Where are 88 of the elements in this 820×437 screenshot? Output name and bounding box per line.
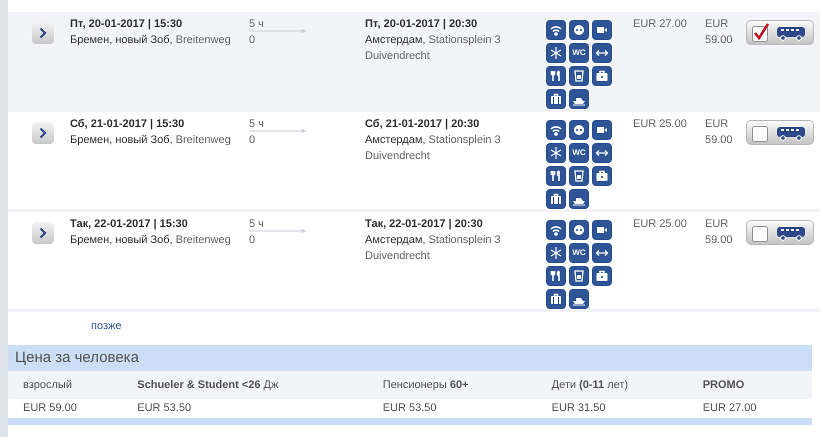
duration: 5 ч xyxy=(249,217,264,232)
ship-icon xyxy=(569,289,589,309)
chevron-icon xyxy=(39,27,47,39)
full-price: EUR 59.00 xyxy=(705,117,734,148)
transfers-count: 0 xyxy=(249,233,256,248)
bus-icon xyxy=(776,224,806,240)
duration: 5 ч xyxy=(249,17,264,32)
video-camera-icon xyxy=(592,220,612,240)
duration: 5 ч xyxy=(249,117,264,132)
price-column-header: Пенсионеры 60+ xyxy=(382,378,469,391)
price-column-header: Schueler & Student <26 Дж xyxy=(137,378,278,391)
suitcase-icon xyxy=(546,189,566,209)
arrival-area: Duivendrecht xyxy=(365,48,546,64)
cup-icon xyxy=(569,66,589,86)
wifi-icon xyxy=(546,20,566,40)
wc-icon: WC xyxy=(569,243,589,263)
transfers-count: 0 xyxy=(249,33,256,48)
price-section-header: Цена за человека xyxy=(8,345,812,371)
bus-icon xyxy=(776,124,806,140)
arrival-place: Амстердам, Stationsplein 3 xyxy=(365,33,502,48)
socket-icon xyxy=(569,120,589,140)
expand-button[interactable] xyxy=(32,122,54,144)
wc-icon: WC xyxy=(569,143,589,163)
transfers-count: 0 xyxy=(249,133,256,148)
video-camera-icon xyxy=(592,20,612,40)
price-column-header: PROMO xyxy=(702,378,744,391)
trip-row[interactable]: Пт, 20-01-2017 | 15:30 Бремен, новый Зоб, Breitenweg 5 ч 0 Пт, 20-01-2017 | 20:30 Амстердам, Stationsplein 3 Duivendrecht WC EUR 27.00 EUR 59.00 xyxy=(8,12,820,112)
checkbox-icon xyxy=(752,123,771,142)
expand-button[interactable] xyxy=(32,22,54,44)
ship-icon xyxy=(569,189,589,209)
cup-icon xyxy=(569,166,589,186)
chevron-icon xyxy=(39,127,47,139)
chevron-icon xyxy=(39,227,47,239)
socket-icon xyxy=(569,220,589,240)
arrival-place: Амстердам, Stationsplein 3 xyxy=(365,133,502,148)
arrival-datetime: Сб, 21-01-2017 | 20:30 xyxy=(365,117,480,132)
price: EUR 27.00 xyxy=(633,17,687,32)
price-cell: EUR 31.50 xyxy=(552,402,606,414)
arrival-datetime: Так, 22-01-2017 | 20:30 xyxy=(365,217,484,232)
briefcase-icon xyxy=(592,266,612,286)
later-link[interactable]: позже xyxy=(91,320,122,332)
checkbox-checked-icon xyxy=(752,23,771,42)
wifi-icon xyxy=(546,220,566,240)
full-price: EUR 59.00 xyxy=(705,17,734,48)
arrows-icon xyxy=(592,243,612,263)
departure-datetime: Так, 22-01-2017 | 15:30 xyxy=(70,217,189,232)
departure-place: Бремен, новый Зоб, Breitenweg xyxy=(70,233,232,248)
snowflake-icon xyxy=(546,143,566,163)
select-toggle[interactable] xyxy=(746,20,814,45)
cutlery-icon xyxy=(546,166,566,186)
bus-icon xyxy=(776,24,806,40)
departure-datetime: Сб, 21-01-2017 | 15:30 xyxy=(70,117,186,132)
suitcase-icon xyxy=(546,289,566,309)
cup-icon xyxy=(569,266,589,286)
select-toggle[interactable] xyxy=(746,120,814,145)
snowflake-icon xyxy=(546,243,566,263)
price-column-header: Дети (0-11 лет) xyxy=(552,378,628,391)
cutlery-icon xyxy=(546,66,566,86)
arrival-area: Duivendrecht xyxy=(365,148,546,164)
arrows-icon xyxy=(592,43,612,63)
arrival-datetime: Пт, 20-01-2017 | 20:30 xyxy=(365,17,478,32)
briefcase-icon xyxy=(592,66,612,86)
wc-icon: WC xyxy=(569,43,589,63)
departure-place: Бремен, новый Зоб, Breitenweg xyxy=(70,133,232,148)
checkbox-icon xyxy=(752,223,771,242)
socket-icon xyxy=(569,20,589,40)
select-toggle[interactable] xyxy=(746,220,814,245)
price-cell: EUR 53.50 xyxy=(137,402,192,414)
departure-datetime: Пт, 20-01-2017 | 15:30 xyxy=(70,17,184,32)
price-cell: EUR 53.50 xyxy=(382,402,437,414)
price: EUR 25.00 xyxy=(633,117,687,132)
price: EUR 25.00 xyxy=(633,217,687,232)
price-cell: EUR 59.00 xyxy=(23,402,77,414)
departure-place: Бремен, новый Зоб, Breitenweg xyxy=(70,33,232,48)
arrows-icon xyxy=(592,143,612,163)
wifi-icon xyxy=(546,120,566,140)
cutlery-icon xyxy=(546,266,566,286)
full-price: EUR 59.00 xyxy=(705,217,734,248)
suitcase-icon xyxy=(546,89,566,109)
arrival-place: Амстердам, Stationsplein 3 xyxy=(365,233,502,248)
ship-icon xyxy=(569,89,589,109)
arrival-area: Duivendrecht xyxy=(365,248,546,264)
price-cell: EUR 27.00 xyxy=(702,402,756,414)
snowflake-icon xyxy=(546,43,566,63)
expand-button[interactable] xyxy=(32,222,54,244)
price-column-header: взрослый xyxy=(23,378,72,391)
briefcase-icon xyxy=(592,166,612,186)
video-camera-icon xyxy=(592,120,612,140)
